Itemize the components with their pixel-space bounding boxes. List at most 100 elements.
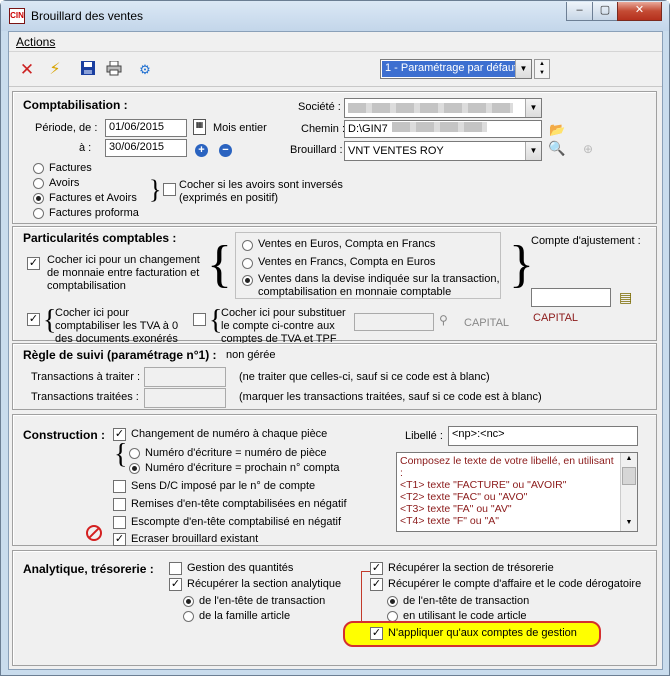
minimize-button[interactable]: – — [566, 2, 593, 21]
radio-euros-francs[interactable] — [242, 240, 253, 251]
change-monnaie-checkbox[interactable]: ✓ — [27, 257, 40, 270]
changement-label: Changement de numéro à chaque pièce — [131, 428, 328, 440]
date-to-input[interactable]: 30/06/2015 — [105, 139, 187, 157]
avoirs-label: Avoirs — [49, 177, 80, 189]
search-icon: ⚲ — [439, 313, 448, 327]
brouillard-label: Brouillard : — [290, 144, 343, 156]
scroll-thumb[interactable] — [622, 467, 636, 485]
help-line: <T2> texte "FAC" ou "AVO" — [400, 491, 528, 503]
analytique-group: Analytique, trésorerie : Gestion des qua… — [12, 550, 657, 666]
preset-value: 1 - Paramétrage par défaut — [382, 61, 521, 77]
recup-tresorerie-label: Récupérer la section de trésorerie — [388, 562, 554, 574]
save-icon[interactable] — [79, 61, 97, 79]
proforma-label: Factures proforma — [49, 207, 139, 219]
avoirs-inverses-checkbox[interactable] — [163, 183, 176, 196]
a-label: à : — [79, 142, 92, 154]
capital-label: CAPITAL — [533, 312, 579, 324]
settings-icon[interactable]: ⚙ — [136, 61, 154, 79]
regle-status: non gérée — [226, 349, 276, 361]
comptabilisation-title: Comptabilisation : — [23, 98, 128, 112]
radio-factures-avoirs[interactable] — [33, 193, 44, 204]
radio-avoirs[interactable] — [33, 178, 44, 189]
chemin-redacted — [391, 122, 487, 132]
preset-spinner[interactable]: ▲ ▼ — [534, 59, 550, 79]
chemin-label: Chemin : — [301, 123, 346, 135]
factures-label: Factures — [49, 162, 92, 174]
libelle-label: Libellé : — [405, 430, 443, 442]
sens-label: Sens D/C imposé par le n° de compte — [131, 480, 316, 492]
brouillard-value: VNT VENTES ROY — [348, 145, 444, 157]
pencil-icon[interactable]: ⚡ — [46, 61, 64, 79]
devise-label: Ventes dans la devise indiquée sur la tr… — [258, 273, 500, 298]
mois-entier-label: Mois entier — [213, 122, 267, 134]
minus-icon[interactable]: − — [219, 144, 232, 157]
a-traiter-hint: (ne traiter que celles-ci, sauf si ce co… — [239, 371, 490, 383]
scroll-down-icon[interactable]: ▼ — [623, 519, 635, 529]
chevron-down-icon[interactable]: ▼ — [515, 60, 531, 78]
famille-article-label: de la famille article — [199, 610, 291, 622]
help-line: <T1> texte "FACTURE" ou "AVOIR" — [400, 479, 567, 491]
lookup-icon[interactable]: ▤ — [619, 289, 632, 306]
sens-checkbox[interactable] — [113, 480, 126, 493]
date-from-input[interactable]: 01/06/2015 — [105, 119, 187, 137]
ecraser-checkbox[interactable]: ✓ — [113, 533, 126, 546]
remises-checkbox[interactable] — [113, 498, 126, 511]
factures-avoirs-label: Factures et Avoirs — [49, 192, 137, 204]
libelle-help-list[interactable]: Composez le texte de votre libellé, en u… — [396, 452, 638, 532]
a-traiter-label: Transactions à traiter : — [31, 371, 141, 383]
construction-title: Construction : — [23, 428, 105, 442]
traitees-label: Transactions traitées : — [31, 391, 139, 403]
radio-prochain-numero[interactable] — [129, 463, 140, 474]
chevron-down-icon[interactable]: ▼ — [525, 142, 541, 160]
radio-entete-transaction-2[interactable] — [387, 596, 398, 607]
escompte-label: Escompte d'en-tête comptabilisé en négat… — [131, 516, 341, 528]
client-area: Actions ✕ ⚡ ⚙ 1 - Paramétrage par défaut… — [8, 31, 663, 670]
recup-analytique-checkbox[interactable]: ✓ — [169, 578, 182, 591]
plus-icon[interactable]: + — [195, 144, 208, 157]
close-window-button[interactable]: ✕ — [617, 2, 662, 21]
menu-actions[interactable]: Actions — [16, 35, 55, 49]
folder-icon[interactable]: 📂 — [549, 122, 565, 138]
brace-symbol: { — [114, 439, 128, 470]
search-list-icon[interactable]: 🔍 — [548, 140, 565, 157]
preset-select[interactable]: 1 - Paramétrage par défaut ▼ — [380, 59, 532, 79]
close-icon[interactable]: ✕ — [18, 61, 36, 79]
change-monnaie-label: Cocher ici pour un changement de monnaie… — [47, 254, 200, 292]
numero-piece-label: Numéro d'écriture = numéro de pièce — [145, 447, 327, 459]
add-icon[interactable]: ⊕ — [583, 142, 593, 156]
scroll-up-icon[interactable]: ▲ — [623, 455, 635, 465]
gestion-qte-label: Gestion des quantités — [187, 562, 294, 574]
remises-label: Remises d'en-tête comptabilisées en néga… — [131, 498, 347, 510]
societe-select[interactable]: ▼ — [344, 98, 542, 118]
recup-tresorerie-checkbox[interactable]: ✓ — [370, 562, 383, 575]
substituer-checkbox[interactable] — [193, 313, 206, 326]
libelle-input[interactable]: <np>:<nc> — [448, 426, 638, 446]
print-icon[interactable] — [105, 60, 123, 79]
gestion-qte-checkbox[interactable] — [169, 562, 182, 575]
radio-francs-euros[interactable] — [242, 258, 253, 269]
scrollbar[interactable]: ▲ ▼ — [620, 453, 637, 531]
tva-exo-checkbox[interactable]: ✓ — [27, 313, 40, 326]
radio-devise[interactable] — [242, 275, 253, 286]
regle-group: Règle de suivi (paramétrage n°1) : non g… — [12, 343, 657, 410]
radio-numero-piece[interactable] — [129, 448, 140, 459]
radio-entete-transaction[interactable] — [183, 596, 194, 607]
appliquer-checkbox[interactable]: ✓ — [370, 627, 383, 640]
radio-famille-article[interactable] — [183, 611, 194, 622]
radio-factures[interactable] — [33, 163, 44, 174]
chemin-input[interactable]: D:\GIN7 — [344, 120, 542, 138]
particularites-title: Particularités comptables : — [23, 231, 177, 245]
chemin-value: D:\GIN7 — [348, 123, 388, 135]
calendar-icon[interactable]: ▦ — [193, 119, 206, 135]
radio-proforma[interactable] — [33, 208, 44, 219]
traitees-hint: (marquer les transactions traitées, sauf… — [239, 391, 542, 403]
traitees-input — [144, 388, 226, 408]
escompte-checkbox[interactable] — [113, 516, 126, 529]
compte-ajust-input[interactable] — [531, 288, 611, 307]
brace-symbol: } — [149, 175, 162, 204]
chevron-down-icon[interactable]: ▼ — [525, 99, 541, 117]
recup-affaire-checkbox[interactable]: ✓ — [370, 578, 383, 591]
maximize-button[interactable]: ▢ — [592, 2, 618, 21]
help-line: <T3> texte "FA" ou "AV" — [400, 503, 512, 515]
brouillard-select[interactable]: VNT VENTES ROY ▼ — [344, 141, 542, 161]
